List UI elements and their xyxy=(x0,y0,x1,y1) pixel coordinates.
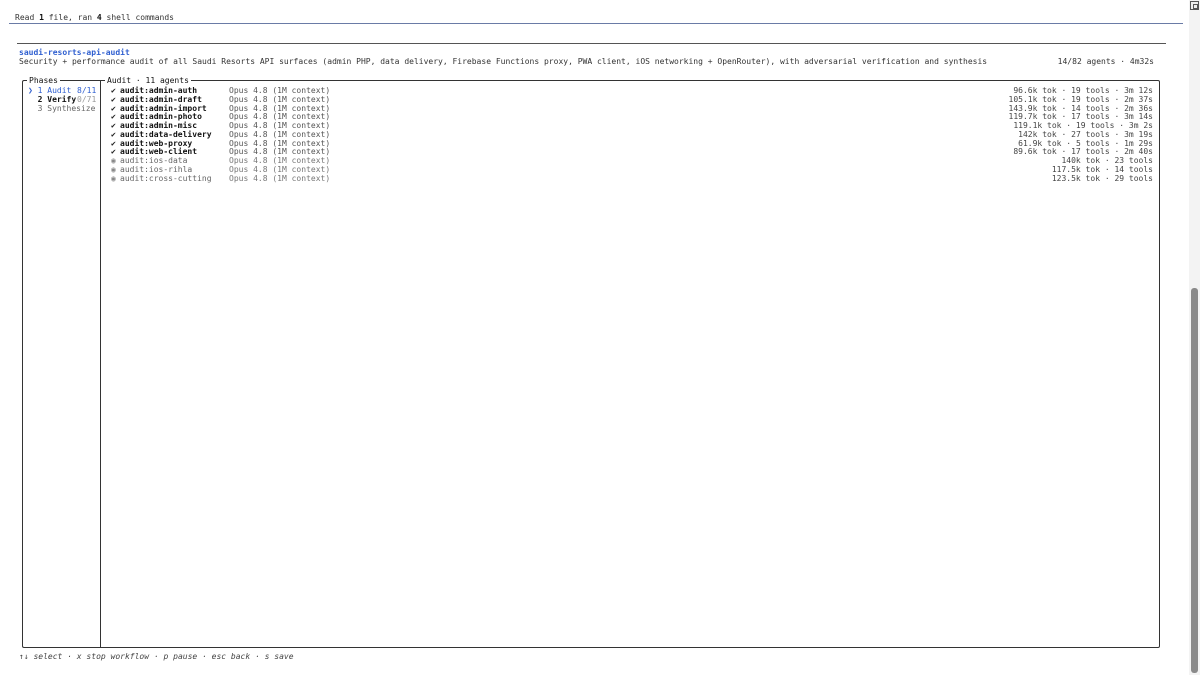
agent-meta: 105.1k tok · 19 tools · 2m 37s xyxy=(1008,94,1154,104)
agent-name: audit:admin-draft xyxy=(120,94,202,104)
agent-name: audit:web-client xyxy=(120,147,198,157)
agent-row[interactable]: ✔ audit:web-proxy Opus 4.8 (1M context) 61.… xyxy=(111,139,1153,148)
workflow-description: Security + performance audit of all Saud… xyxy=(19,57,988,66)
agent-meta: 89.6k tok · 17 tools · 2m 40s xyxy=(1013,147,1153,157)
agent-meta: 96.6k tok · 19 tools · 3m 12s xyxy=(1013,86,1153,95)
agent-name: audit:cross-cutting xyxy=(120,173,212,183)
keyboard-hints: ↑↓ select · x stop workflow · p pause · … xyxy=(19,652,294,661)
scrollbar-thumb[interactable] xyxy=(1191,288,1198,673)
workflow-stats: 14/82 agents · 4m32s xyxy=(1057,57,1154,66)
agent-model: Opus 4.8 (1M context) xyxy=(229,138,331,148)
phase-item-verify[interactable]: 2 Verify 0/71 xyxy=(28,95,97,104)
agent-row[interactable]: ✔ audit:admin-misc Opus 4.8 (1M context) 11… xyxy=(111,121,1153,130)
agent-model: Opus 4.8 (1M context) xyxy=(229,156,331,165)
check-icon: ✔ xyxy=(111,112,116,122)
status-line: Read 1 file, ran 4 shell commands xyxy=(15,13,174,22)
check-icon: ✔ xyxy=(111,138,116,148)
check-icon: ✔ xyxy=(111,129,116,139)
agent-meta: 123.5k tok · 29 tools xyxy=(1051,173,1153,183)
agent-row[interactable]: ◉ audit:ios-rihla Opus 4.8 (1M context) 117… xyxy=(111,165,1153,174)
running-icon: ◉ xyxy=(111,156,116,165)
check-icon: ✔ xyxy=(111,86,116,95)
workflow-name: saudi-resorts-api-audit xyxy=(19,48,130,57)
agent-meta: 61.9k tok · 5 tools · 1m 29s xyxy=(1018,138,1153,148)
agent-row[interactable]: ✔ audit:admin-auth Opus 4.8 (1M context) 96… xyxy=(111,86,1153,95)
agent-name: audit:admin-photo xyxy=(120,112,202,122)
agent-model: Opus 4.8 (1M context) xyxy=(229,173,331,183)
phases-panel: Phases ❯ 1 Audit 8/11 2 Verify 0/71 3 Synt… xyxy=(22,76,101,648)
divider-top xyxy=(9,23,1183,24)
agent-meta: 119.7k tok · 17 tools · 3m 14s xyxy=(1008,112,1154,122)
agent-row[interactable]: ✔ audit:admin-import Opus 4.8 (1M context)… xyxy=(111,104,1153,113)
agent-model: Opus 4.8 (1M context) xyxy=(229,129,331,139)
agent-row[interactable]: ✔ audit:data-delivery Opus 4.8 (1M context… xyxy=(111,130,1153,139)
agent-meta: 117.5k tok · 14 tools xyxy=(1051,164,1153,174)
agent-model: Opus 4.8 (1M context) xyxy=(229,164,331,174)
agent-row[interactable]: ◉ audit:ios-data Opus 4.8 (1M context) 140k… xyxy=(111,156,1153,165)
running-icon: ◉ xyxy=(111,164,116,174)
agent-row[interactable]: ✔ audit:web-client Opus 4.8 (1M context) 89… xyxy=(111,147,1153,156)
agent-meta: 140k tok · 23 tools xyxy=(1061,156,1153,165)
check-icon: ✔ xyxy=(111,121,116,130)
phases-panel-title: Phases xyxy=(27,76,60,85)
agent-name: audit:admin-auth xyxy=(120,86,198,95)
phase-item-synthesize[interactable]: 3 Synthesize xyxy=(28,104,96,113)
running-icon: ◉ xyxy=(111,173,116,183)
check-icon: ✔ xyxy=(111,94,116,104)
agent-model: Opus 4.8 (1M context) xyxy=(229,112,331,122)
agent-meta: 119.1k tok · 19 tools · 3m 2s xyxy=(1013,121,1153,130)
agent-row[interactable]: ◉ audit:cross-cutting Opus 4.8 (1M context… xyxy=(111,174,1153,183)
agent-model: Opus 4.8 (1M context) xyxy=(229,86,331,95)
agent-meta: 142k tok · 27 tools · 3m 19s xyxy=(1018,129,1153,139)
agent-name: audit:ios-data xyxy=(120,156,188,165)
agent-model: Opus 4.8 (1M context) xyxy=(229,147,331,157)
agent-model: Opus 4.8 (1M context) xyxy=(229,121,331,130)
agent-name: audit:ios-rihla xyxy=(120,164,193,174)
phase-item-audit[interactable]: ❯ 1 Audit 8/11 xyxy=(28,86,96,95)
agent-model: Opus 4.8 (1M context) xyxy=(229,94,331,104)
agent-model: Opus 4.8 (1M context) xyxy=(229,103,331,113)
terminal-window: Read 1 file, ran 4 shell commands saudi-… xyxy=(0,0,1200,675)
agent-name: audit:data-delivery xyxy=(120,129,212,139)
divider-workflow xyxy=(17,43,1166,44)
check-icon: ✔ xyxy=(111,103,116,113)
audit-panel-title: Audit · 11 agents xyxy=(105,76,191,85)
agent-meta: 143.9k tok · 14 tools · 2m 36s xyxy=(1008,103,1154,113)
audit-panel: Audit · 11 agents ✔ audit:admin-auth Opus … xyxy=(100,76,1160,648)
agent-row[interactable]: ✔ audit:admin-photo Opus 4.8 (1M context) 1… xyxy=(111,112,1153,121)
agent-name: audit:admin-misc xyxy=(120,121,198,130)
check-icon: ✔ xyxy=(111,147,116,157)
agent-row[interactable]: ✔ audit:admin-draft Opus 4.8 (1M context) 1… xyxy=(111,95,1153,104)
window-control-icon[interactable] xyxy=(1190,1,1199,10)
